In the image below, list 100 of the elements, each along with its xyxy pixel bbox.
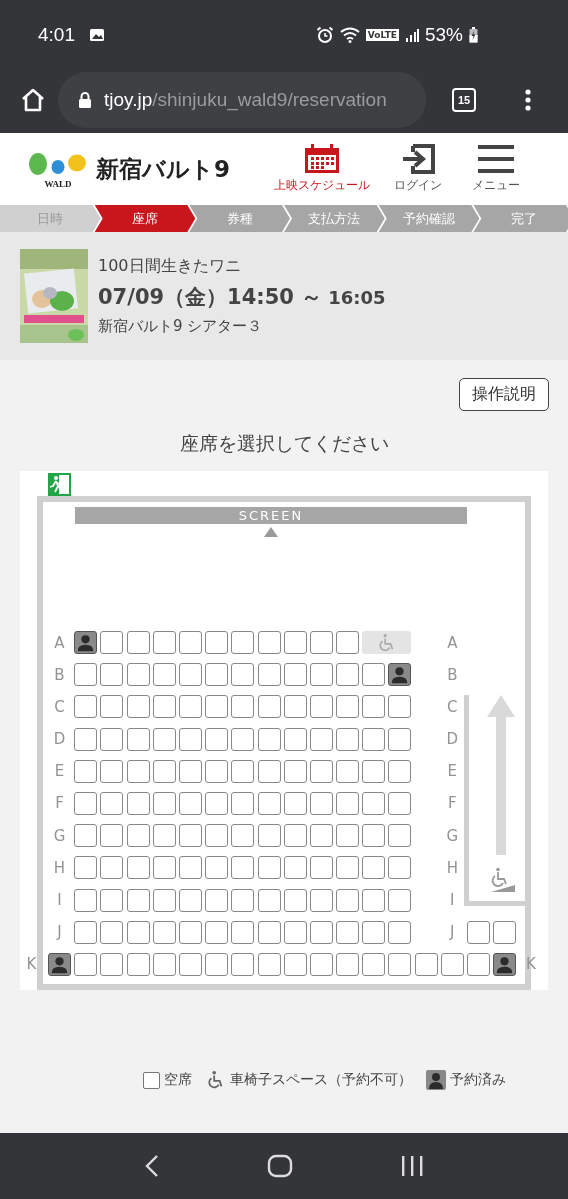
seat[interactable] [205, 856, 229, 880]
seat[interactable] [74, 952, 98, 976]
seat[interactable] [283, 824, 307, 848]
seat[interactable] [231, 727, 255, 751]
seat[interactable] [362, 888, 386, 912]
seat[interactable] [152, 824, 176, 848]
seat[interactable] [257, 695, 281, 719]
seat[interactable] [126, 824, 150, 848]
seat[interactable] [362, 663, 386, 687]
seat[interactable] [231, 824, 255, 848]
seat[interactable] [388, 824, 412, 848]
seat[interactable] [231, 952, 255, 976]
seat[interactable] [205, 952, 229, 976]
seat[interactable] [336, 759, 360, 783]
seat[interactable] [309, 663, 333, 687]
seat[interactable] [100, 952, 124, 976]
seat[interactable] [178, 920, 202, 944]
address-bar[interactable]: tjoy.jp/shinjuku_wald9/reservation [58, 71, 426, 128]
seat[interactable] [231, 759, 255, 783]
seat[interactable] [100, 727, 124, 751]
seat[interactable] [100, 888, 124, 912]
seat[interactable] [257, 920, 281, 944]
seat[interactable] [283, 759, 307, 783]
seat[interactable] [309, 791, 333, 815]
seat[interactable] [336, 727, 360, 751]
seat[interactable] [100, 791, 124, 815]
seat[interactable] [440, 952, 464, 976]
seat[interactable] [283, 695, 307, 719]
seat[interactable] [362, 856, 386, 880]
seat[interactable] [388, 791, 412, 815]
seat[interactable] [126, 727, 150, 751]
seat[interactable] [362, 791, 386, 815]
seat[interactable] [283, 727, 307, 751]
seat[interactable] [205, 759, 229, 783]
seat[interactable] [231, 695, 255, 719]
seat[interactable] [152, 791, 176, 815]
seat[interactable] [74, 759, 98, 783]
seat[interactable] [362, 695, 386, 719]
seat[interactable] [231, 663, 255, 687]
seat[interactable] [74, 695, 98, 719]
seat[interactable] [309, 952, 333, 976]
seat[interactable] [126, 791, 150, 815]
seat[interactable] [257, 856, 281, 880]
seat[interactable] [309, 824, 333, 848]
seat[interactable] [362, 952, 386, 976]
seat[interactable] [257, 791, 281, 815]
seat[interactable] [231, 920, 255, 944]
seat[interactable] [178, 727, 202, 751]
seat[interactable] [309, 695, 333, 719]
seat[interactable] [152, 759, 176, 783]
seat[interactable] [336, 695, 360, 719]
instructions-button[interactable]: 操作説明 [459, 378, 549, 411]
seat[interactable] [74, 856, 98, 880]
seat[interactable] [205, 920, 229, 944]
seat[interactable] [205, 824, 229, 848]
seat[interactable] [152, 920, 176, 944]
seat[interactable] [205, 791, 229, 815]
seat[interactable] [205, 888, 229, 912]
seat[interactable] [74, 727, 98, 751]
seat[interactable] [231, 791, 255, 815]
seat[interactable] [205, 663, 229, 687]
more-menu-icon[interactable] [524, 87, 532, 112]
seat[interactable] [100, 856, 124, 880]
seat[interactable] [309, 727, 333, 751]
seat[interactable] [336, 920, 360, 944]
seat[interactable] [388, 856, 412, 880]
back-icon[interactable] [143, 1154, 160, 1178]
seat[interactable] [152, 695, 176, 719]
seat[interactable] [126, 888, 150, 912]
seat[interactable] [100, 759, 124, 783]
seat[interactable] [283, 952, 307, 976]
seat[interactable] [231, 888, 255, 912]
header-nav-link[interactable]: 上映スケジュール [274, 144, 370, 194]
seat[interactable] [362, 759, 386, 783]
seat[interactable] [178, 663, 202, 687]
seat[interactable] [388, 888, 412, 912]
seat[interactable] [126, 920, 150, 944]
seat[interactable] [100, 663, 124, 687]
seat[interactable] [283, 631, 307, 654]
seat[interactable] [100, 920, 124, 944]
seat[interactable] [257, 952, 281, 976]
seat[interactable] [388, 695, 412, 719]
seat[interactable] [74, 824, 98, 848]
seat[interactable] [362, 824, 386, 848]
seat[interactable] [152, 856, 176, 880]
seat[interactable] [178, 952, 202, 976]
seat[interactable] [414, 952, 438, 976]
seat[interactable] [152, 663, 176, 687]
seat[interactable] [178, 791, 202, 815]
seat[interactable] [388, 920, 412, 944]
seat[interactable] [388, 759, 412, 783]
seat[interactable] [100, 631, 124, 654]
seat[interactable] [336, 663, 360, 687]
seat[interactable] [152, 952, 176, 976]
seat[interactable] [205, 727, 229, 751]
seat[interactable] [152, 631, 176, 654]
seat[interactable] [283, 791, 307, 815]
seat[interactable] [178, 759, 202, 783]
seat[interactable] [205, 631, 229, 654]
seat[interactable] [309, 856, 333, 880]
